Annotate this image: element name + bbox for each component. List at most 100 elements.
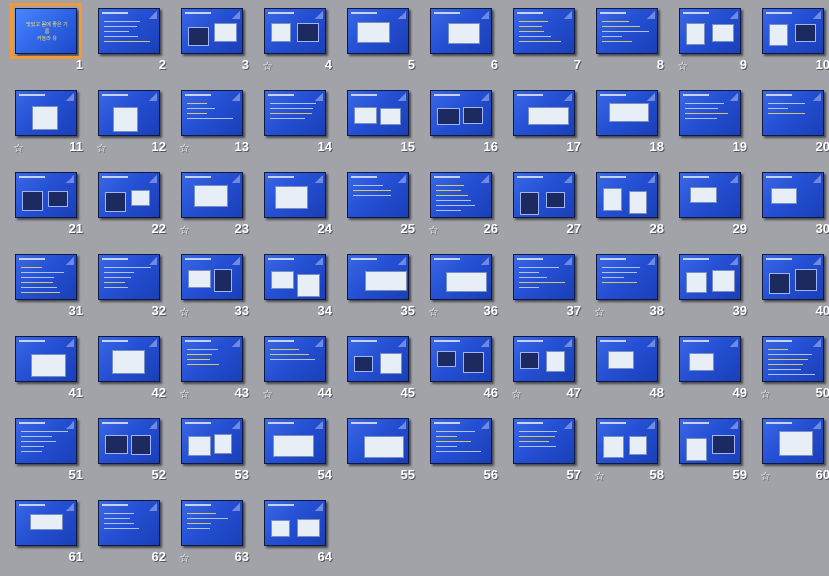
slide-preview[interactable] <box>596 254 658 300</box>
slide-thumbnail-11[interactable]: ☆ 11 <box>5 82 87 164</box>
slide-preview[interactable] <box>15 336 77 382</box>
slide-thumbnail-56[interactable]: 56 <box>420 410 502 492</box>
slide-thumbnail-5[interactable]: 5 <box>337 0 419 82</box>
slide-thumbnail-54[interactable]: 54 <box>254 410 336 492</box>
slide-thumbnail-18[interactable]: 18 <box>586 82 668 164</box>
slide-preview[interactable] <box>596 336 658 382</box>
slide-thumbnail-42[interactable]: 42 <box>88 328 170 410</box>
slide-thumbnail-17[interactable]: 17 <box>503 82 585 164</box>
slide-thumbnail-36[interactable]: ☆ 36 <box>420 246 502 328</box>
slide-thumbnail-62[interactable]: 62 <box>88 492 170 574</box>
slide-thumbnail-14[interactable]: 14 <box>254 82 336 164</box>
slide-thumbnail-23[interactable]: ☆ 23 <box>171 164 253 246</box>
slide-thumbnail-43[interactable]: ☆ 43 <box>171 328 253 410</box>
slide-thumbnail-7[interactable]: 7 <box>503 0 585 82</box>
slide-preview[interactable] <box>762 418 824 464</box>
slide-preview[interactable]: 맛있고 몸에 좋은 기름 카놀라 유 <box>10 3 82 59</box>
slide-thumbnail-27[interactable]: 27 <box>503 164 585 246</box>
slide-preview[interactable] <box>679 8 741 54</box>
slide-thumbnail-28[interactable]: 28 <box>586 164 668 246</box>
slide-thumbnail-63[interactable]: ☆ 63 <box>171 492 253 574</box>
slide-thumbnail-26[interactable]: ☆ 26 <box>420 164 502 246</box>
slide-thumbnail-37[interactable]: 37 <box>503 246 585 328</box>
slide-thumbnail-58[interactable]: ☆ 58 <box>586 410 668 492</box>
slide-preview[interactable] <box>347 336 409 382</box>
slide-thumbnail-25[interactable]: 25 <box>337 164 419 246</box>
slide-preview[interactable] <box>98 90 160 136</box>
slide-preview[interactable] <box>596 172 658 218</box>
slide-preview[interactable] <box>347 418 409 464</box>
slide-preview[interactable] <box>15 254 77 300</box>
slide-thumbnail-13[interactable]: ☆ 13 <box>171 82 253 164</box>
slide-preview[interactable] <box>347 172 409 218</box>
slide-thumbnail-2[interactable]: 2 <box>88 0 170 82</box>
slide-transition-icon[interactable]: ☆ <box>179 388 190 400</box>
slide-thumbnail-55[interactable]: 55 <box>337 410 419 492</box>
slide-preview[interactable] <box>430 254 492 300</box>
slide-thumbnail-9[interactable]: ☆ 9 <box>669 0 751 82</box>
slide-thumbnail-32[interactable]: 32 <box>88 246 170 328</box>
slide-thumbnail-46[interactable]: 46 <box>420 328 502 410</box>
slide-preview[interactable] <box>430 8 492 54</box>
slide-transition-icon[interactable]: ☆ <box>760 388 771 400</box>
slide-thumbnail-19[interactable]: 19 <box>669 82 751 164</box>
slide-thumbnail-51[interactable]: 51 <box>5 410 87 492</box>
slide-preview[interactable] <box>264 336 326 382</box>
slide-preview[interactable] <box>513 172 575 218</box>
slide-transition-icon[interactable]: ☆ <box>179 142 190 154</box>
slide-thumbnail-45[interactable]: 45 <box>337 328 419 410</box>
slide-preview[interactable] <box>15 418 77 464</box>
slide-preview[interactable] <box>181 336 243 382</box>
slide-preview[interactable] <box>596 8 658 54</box>
slide-preview[interactable] <box>762 336 824 382</box>
slide-thumbnail-8[interactable]: 8 <box>586 0 668 82</box>
slide-preview[interactable] <box>15 90 77 136</box>
slide-thumbnail-16[interactable]: 16 <box>420 82 502 164</box>
slide-preview[interactable] <box>181 254 243 300</box>
slide-preview[interactable] <box>762 90 824 136</box>
slide-preview[interactable] <box>513 418 575 464</box>
slide-preview[interactable] <box>762 254 824 300</box>
slide-preview[interactable] <box>679 254 741 300</box>
slide-thumbnail-40[interactable]: 40 <box>752 246 829 328</box>
slide-thumbnail-30[interactable]: 30 <box>752 164 829 246</box>
slide-preview[interactable] <box>762 8 824 54</box>
slide-preview[interactable] <box>264 500 326 546</box>
slide-preview[interactable] <box>98 254 160 300</box>
slide-preview[interactable] <box>98 418 160 464</box>
slide-preview[interactable] <box>181 8 243 54</box>
slide-thumbnail-41[interactable]: 41 <box>5 328 87 410</box>
slide-preview[interactable] <box>15 500 77 546</box>
slide-thumbnail-1[interactable]: 맛있고 몸에 좋은 기름 카놀라 유 1 <box>5 0 87 82</box>
slide-preview[interactable] <box>347 254 409 300</box>
slide-transition-icon[interactable]: ☆ <box>677 60 688 72</box>
slide-preview[interactable] <box>181 500 243 546</box>
slide-thumbnail-3[interactable]: 3 <box>171 0 253 82</box>
slide-transition-icon[interactable]: ☆ <box>262 388 273 400</box>
slide-thumbnail-50[interactable]: ☆ 50 <box>752 328 829 410</box>
slide-preview[interactable] <box>679 418 741 464</box>
slide-thumbnail-44[interactable]: ☆ 44 <box>254 328 336 410</box>
slide-preview[interactable] <box>347 8 409 54</box>
slide-preview[interactable] <box>596 418 658 464</box>
slide-preview[interactable] <box>679 90 741 136</box>
slide-preview[interactable] <box>264 90 326 136</box>
slide-thumbnail-4[interactable]: ☆ 4 <box>254 0 336 82</box>
slide-preview[interactable] <box>430 336 492 382</box>
slide-preview[interactable] <box>98 172 160 218</box>
slide-preview[interactable] <box>15 172 77 218</box>
slide-thumbnail-59[interactable]: 59 <box>669 410 751 492</box>
slide-thumbnail-33[interactable]: ☆ 33 <box>171 246 253 328</box>
slide-transition-icon[interactable]: ☆ <box>594 470 605 482</box>
slide-thumbnail-6[interactable]: 6 <box>420 0 502 82</box>
slide-thumbnail-39[interactable]: 39 <box>669 246 751 328</box>
slide-thumbnail-48[interactable]: 48 <box>586 328 668 410</box>
slide-thumbnail-24[interactable]: 24 <box>254 164 336 246</box>
slide-preview[interactable] <box>264 172 326 218</box>
slide-transition-icon[interactable]: ☆ <box>594 306 605 318</box>
slide-thumbnail-29[interactable]: 29 <box>669 164 751 246</box>
slide-thumbnail-61[interactable]: 61 <box>5 492 87 574</box>
slide-thumbnail-10[interactable]: 10 <box>752 0 829 82</box>
slide-transition-icon[interactable]: ☆ <box>428 224 439 236</box>
slide-thumbnail-20[interactable]: 20 <box>752 82 829 164</box>
